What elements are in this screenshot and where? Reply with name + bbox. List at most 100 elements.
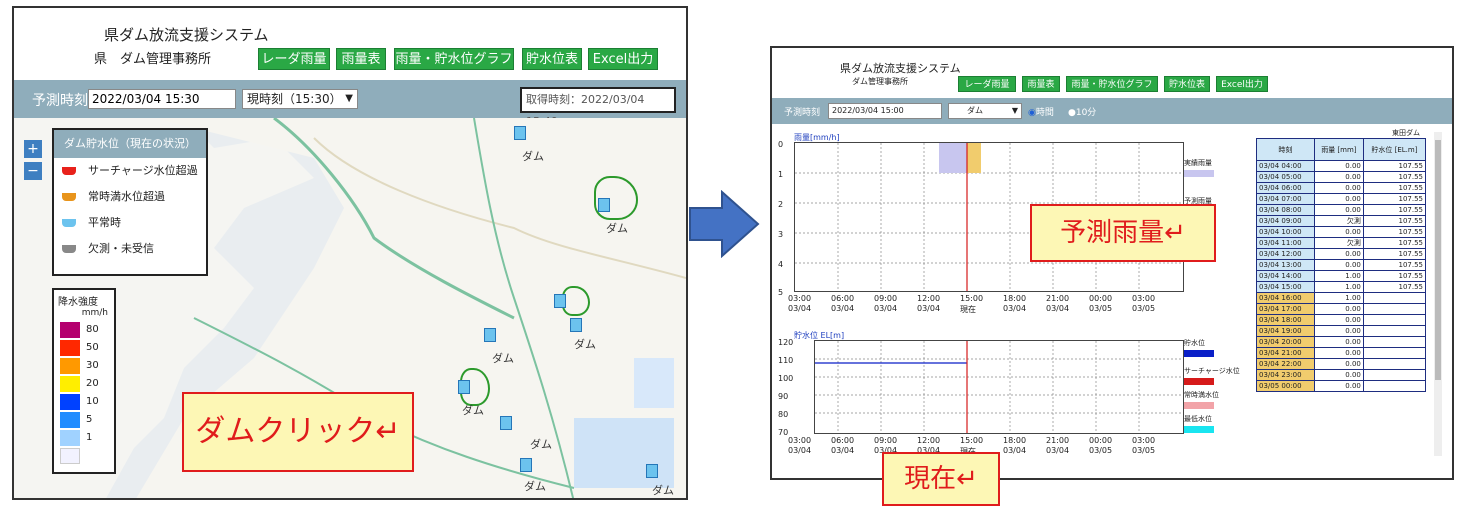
table-row: 03/04 04:00 0.00 107.55 [1256,160,1427,172]
time-cell: 03/04 16:00 [1256,292,1315,304]
observed-rain-legend: 実績雨量 [1184,158,1218,180]
table-row: 03/04 07:00 0.00 107.55 [1256,193,1427,205]
dam-marker[interactable] [484,328,496,342]
legend-label: サーチャージ水位 [1184,367,1240,375]
level-legend: 常時満水位 [1184,390,1244,412]
app-title: 県ダム放流支援システム [840,62,961,75]
xtick-date: 03/04 [1003,304,1027,313]
time-cell: 03/04 04:00 [1256,160,1315,172]
rain-swatch [60,412,80,428]
time-cell: 03/04 07:00 [1256,193,1315,205]
rain-level-graph-button[interactable]: 雨量・貯水位グラフ [394,48,514,70]
rain-level-graph-button[interactable]: 雨量・貯水位グラフ [1066,76,1158,92]
surcharge-swatch-icon [62,167,76,175]
table-row: 03/04 11:00 欠測 107.55 [1256,237,1427,249]
legend-swatch [1184,378,1214,385]
level-cell: 107.55 [1362,270,1427,282]
current-time-select-value: 現時刻（15:30） [247,92,342,106]
forecast-time-label: 予測時刻 [32,93,88,109]
xtick-date: 03/04 [1046,304,1070,313]
time-bar: 予測時刻 2022/03/04 15:00 ダム ▼ ◉時間 ●10分 [772,98,1452,124]
level-cell: 107.55 [1362,237,1427,249]
radar-rain-button[interactable]: レーダ雨量 [258,48,330,70]
table-row: 03/04 12:00 0.00 107.55 [1256,248,1427,260]
rain-cell: 0.00 [1313,171,1364,183]
rain-table-button[interactable]: 雨量表 [1022,76,1060,92]
table-header: 時刻 [1256,138,1315,161]
xtick-date: 03/04 [831,304,855,313]
time-cell: 03/04 21:00 [1256,347,1315,359]
dam-marker[interactable] [646,464,658,478]
rain-cell: 1.00 [1313,292,1364,304]
dam-label: ダム [462,404,484,417]
xtick-date: 03/05 [1132,304,1156,313]
xtick-date: 03/04 [788,446,812,455]
xtick-time: 03:00 [788,436,812,445]
chevron-down-icon: ▼ [1011,106,1018,115]
dam-label: ダム [606,222,628,235]
right-arrow-icon [689,190,760,258]
scrollbar-thumb[interactable] [1435,140,1441,380]
dam-marker[interactable] [598,198,610,212]
xtick-date: 03/04 [1046,446,1070,455]
rain-cell: 0.00 [1313,314,1364,326]
dam-marker[interactable] [554,294,566,308]
forecast-time-input[interactable]: 2022/03/04 15:00 [828,103,942,119]
map-area[interactable]: + − ダム ダム ダム ダム ダム ダム ダム ダム ダム貯水位（現在の状況）… [14,118,686,498]
radio-hour-label: 時間 [1035,108,1054,118]
dam-marker[interactable] [570,318,582,332]
radar-rain-button[interactable]: レーダ雨量 [958,76,1016,92]
time-cell: 03/04 22:00 [1256,358,1315,370]
observed-rain-bar [939,143,967,173]
level-cell [1362,336,1427,348]
level-cell: 107.55 [1362,215,1427,227]
current-time-select[interactable]: 現時刻（15:30） ▼ [242,89,358,109]
forecast-time-label: 予測時刻 [784,108,821,118]
level-cell: 107.55 [1362,171,1427,183]
table-row: 03/04 18:00 0.00 [1256,314,1427,326]
legend-label: 実績雨量 [1184,159,1212,167]
level-cell [1362,380,1427,392]
dam-marker[interactable] [458,380,470,394]
dam-label: ダム [652,484,674,497]
excel-export-button[interactable]: Excel出力 [1216,76,1268,92]
level-cell [1362,358,1427,370]
excel-export-button[interactable]: Excel出力 [588,48,658,70]
rain-cell: 欠測 [1313,215,1364,227]
table-dam-name: 東田ダム [1392,129,1420,137]
radio-10min[interactable]: ●10分 [1068,105,1096,118]
table-scrollbar[interactable] [1434,132,1442,456]
table-row: 03/04 23:00 0.00 [1256,369,1427,381]
rain-cell: 0.00 [1313,204,1364,216]
rain-table-button[interactable]: 雨量表 [336,48,386,70]
legend-swatch [1184,350,1214,357]
xtick-time: 18:00 [1003,436,1027,445]
acquired-time: 取得時刻：2022/03/04 15:40 [520,87,676,128]
office-name: ダム管理事務所 [852,77,908,86]
level-cell: 107.55 [1362,281,1427,293]
zoom-out-button[interactable]: − [24,162,42,180]
table-row: 03/04 22:00 0.00 [1256,358,1427,370]
dam-marker[interactable] [520,458,532,472]
level-ytick: 80 [778,410,789,419]
radio-selected-icon: ◉ [1028,108,1036,118]
radio-hour[interactable]: ◉時間 [1028,105,1054,118]
xtick-date: 03/04 [1003,446,1027,455]
dam-select[interactable]: ダム ▼ [948,103,1022,119]
dam-label: ダム [574,338,596,351]
table-row: 03/04 15:00 1.00 107.55 [1256,281,1427,293]
level-ytick: 90 [778,392,789,401]
dam-marker[interactable] [514,126,526,140]
xtick-time: 06:00 [831,436,855,445]
time-cell: 03/05 00:00 [1256,380,1315,392]
rain-cell: 0.00 [1313,336,1364,348]
xtick-date: 03/05 [1089,304,1113,313]
forecast-time-input[interactable] [88,89,236,109]
rain-cell: 0.00 [1313,303,1364,315]
legend-item: 平常時 [54,210,206,236]
zoom-in-button[interactable]: + [24,140,42,158]
dam-marker[interactable] [500,416,512,430]
water-level-table-button[interactable]: 貯水位表 [1164,76,1210,92]
water-level-table-button[interactable]: 貯水位表 [522,48,582,70]
xtick-time: 03:00 [788,294,812,303]
